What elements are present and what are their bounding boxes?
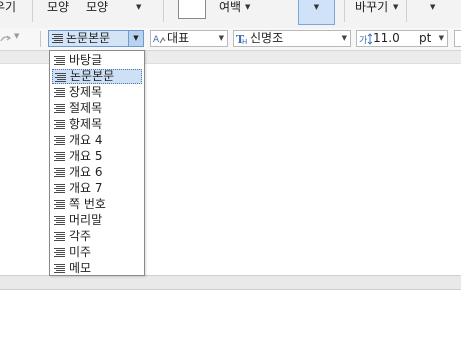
style-list-item-label: 미주 (69, 245, 92, 259)
style-list-item[interactable]: 장제목 (52, 85, 142, 100)
paragraph-style-icon (54, 184, 65, 193)
style-list-item-label: 각주 (69, 229, 92, 243)
style-list-item-label: 개요 7 (69, 181, 103, 195)
chevron-down-icon[interactable]: ▼ (128, 31, 143, 46)
active-dropdown-button[interactable]: ▼ (298, 0, 335, 25)
style-list-item-label: 개요 5 (69, 149, 103, 163)
font-icon: TH (236, 33, 250, 48)
svg-text:A: A (153, 35, 160, 45)
style-list-item[interactable]: 쪽 번호 (52, 197, 142, 212)
ribbon-separator (406, 0, 407, 22)
paragraph-style-icon (54, 232, 65, 241)
chevron-down-icon[interactable]: ▼ (393, 0, 398, 14)
style-list-item[interactable]: 바탕글 (52, 53, 142, 68)
style-list-item-label: 바탕글 (69, 53, 103, 67)
page-icon[interactable] (178, 0, 206, 19)
margin-button[interactable]: 여백 (219, 0, 241, 14)
style-combo[interactable]: 논문본문 ▼ (48, 30, 144, 47)
paragraph-style-icon (51, 33, 63, 47)
paragraph-style-icon (54, 216, 65, 225)
document-page[interactable] (0, 290, 461, 340)
style-combo-value: 논문본문 (66, 31, 111, 45)
style-list-item[interactable]: 메모 (52, 261, 142, 276)
paragraph-combo[interactable]: A 대표 ▼ (150, 30, 228, 47)
svg-text:가: 가 (359, 35, 367, 45)
paragraph-style-icon (54, 104, 65, 113)
paragraph-style-icon (54, 200, 65, 209)
style-list-item-label: 장제목 (69, 85, 103, 99)
style-list-item[interactable]: 개요 6 (52, 165, 142, 180)
style-list-item[interactable]: 개요 4 (52, 133, 142, 148)
chevron-down-icon[interactable]: ▼ (342, 31, 347, 46)
ribbon: 우기 모양 모양 ▼ 여백 ▼ ▼ 바꾸기 ▼ ▼ (0, 0, 461, 29)
text-format-icon: A (153, 33, 166, 48)
style-list-item[interactable]: 머리말 (52, 213, 142, 228)
shape-button-1[interactable]: 모양 (47, 0, 69, 14)
paragraph-combo-value: 대표 (167, 31, 190, 45)
style-list-item-label: 개요 4 (69, 133, 103, 147)
paragraph-style-icon (54, 248, 65, 257)
style-list-item-label: 머리말 (69, 213, 103, 227)
ribbon-separator (344, 0, 345, 22)
chevron-down-icon[interactable]: ▼ (430, 0, 435, 14)
style-list-item[interactable]: 개요 7 (52, 181, 142, 196)
paragraph-style-icon (54, 120, 65, 129)
paragraph-style-icon (54, 136, 65, 145)
font-combo-value: 신명조 (250, 31, 284, 45)
ribbon-separator (32, 0, 33, 22)
page-gap-strip (0, 275, 461, 290)
style-list-item[interactable]: 절제목 (52, 101, 142, 116)
font-size-value[interactable]: 11.0 (373, 31, 400, 46)
format-toolbar: ▼ 논문본문 ▼ A 대표 ▼ TH 신명조 ▼ 가 11.0 pt ▼ (0, 28, 461, 51)
redo-icon[interactable] (0, 33, 12, 45)
chevron-down-icon[interactable]: ▼ (439, 31, 444, 46)
toolbar-separator (40, 31, 41, 47)
ribbon-cut-label[interactable]: 우기 (0, 0, 16, 14)
chevron-down-icon[interactable]: ▼ (136, 0, 141, 14)
chevron-down-icon[interactable]: ▼ (245, 0, 250, 14)
style-list-item-label: 쪽 번호 (69, 197, 106, 211)
toolbar-edge-control[interactable] (454, 30, 461, 47)
paragraph-style-icon (54, 56, 65, 65)
style-list-item[interactable]: 미주 (52, 245, 142, 260)
chevron-down-icon[interactable]: ▼ (14, 32, 19, 40)
font-combo[interactable]: TH 신명조 ▼ (233, 30, 351, 47)
paragraph-style-icon (55, 73, 66, 82)
style-list-item[interactable]: 각주 (52, 229, 142, 244)
style-list-item-label: 개요 6 (69, 165, 103, 179)
style-dropdown-list: 바탕글논문본문장제목절제목항제목개요 4 개요 5 개요 6 개요 7 쪽 번호머리말각… (49, 50, 145, 276)
style-list-item-label: 메모 (69, 261, 92, 275)
style-list-item[interactable]: 논문본문 (52, 69, 142, 84)
style-list-item[interactable]: 개요 5 (52, 149, 142, 164)
style-list-item-label: 절제목 (69, 101, 103, 115)
shape-button-2[interactable]: 모양 (86, 0, 108, 14)
font-size-unit: pt (419, 31, 432, 45)
ribbon-separator (163, 0, 164, 22)
style-list-item[interactable]: 항제목 (52, 117, 142, 132)
replace-button[interactable]: 바꾸기 (355, 0, 388, 14)
svg-text:H: H (242, 38, 247, 45)
paragraph-style-icon (54, 168, 65, 177)
paragraph-style-icon (54, 88, 65, 97)
chevron-down-icon[interactable]: ▼ (219, 31, 224, 46)
paragraph-style-icon (54, 152, 65, 161)
font-size-icon: 가 (359, 33, 373, 48)
chevron-down-icon: ▼ (313, 3, 320, 11)
style-list-item-label: 항제목 (69, 117, 103, 131)
font-size-combo[interactable]: 가 11.0 pt ▼ (356, 30, 448, 47)
paragraph-style-icon (54, 264, 65, 273)
style-list-item-label: 논문본문 (70, 69, 115, 83)
